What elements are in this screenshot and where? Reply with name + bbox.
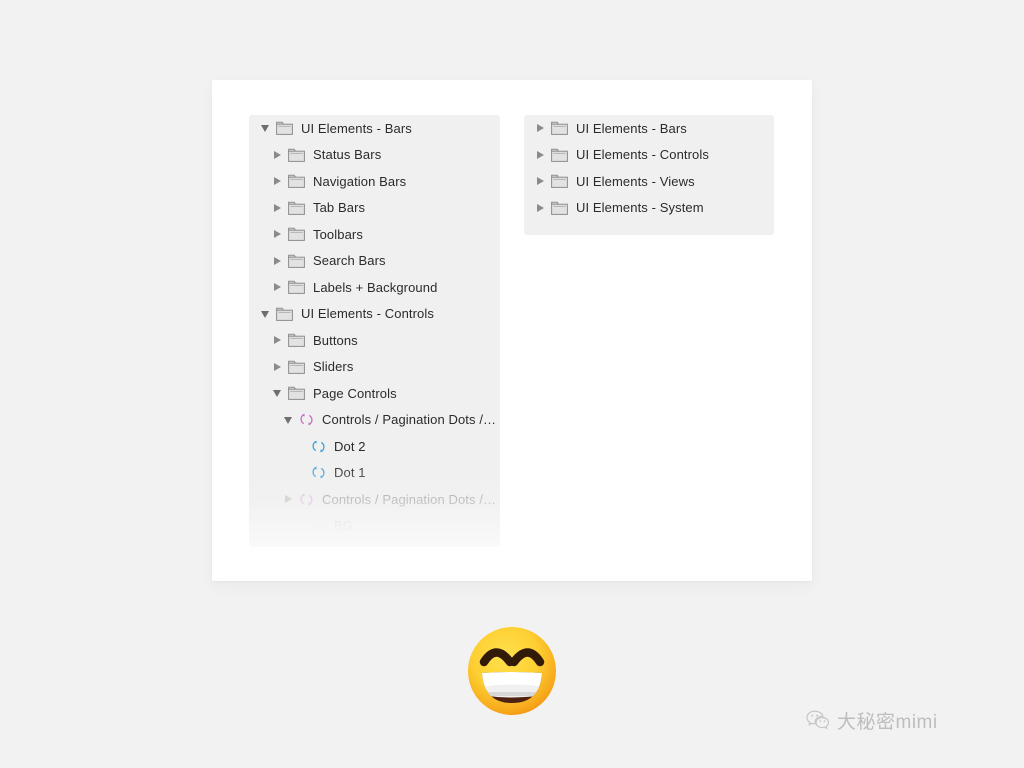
chevron-down-icon[interactable] xyxy=(261,309,271,319)
symbols-list-row-label: UI Elements - Controls xyxy=(576,147,709,163)
chevron-right-icon[interactable] xyxy=(284,494,294,504)
line-icon xyxy=(311,519,326,533)
layer-list-row[interactable]: Toolbars xyxy=(249,221,500,248)
layer-list-row-label: Buttons xyxy=(313,332,358,348)
layer-list-row-label: Dot 2 xyxy=(334,438,366,454)
content-card: UI Elements - Bars Status Bars Navigation … xyxy=(212,80,812,581)
watermark: 大秘密mimi xyxy=(806,707,938,733)
layer-list-row[interactable]: Dot 2 xyxy=(249,433,500,460)
folder-icon xyxy=(288,333,305,348)
chevron-down-icon[interactable] xyxy=(284,415,294,425)
layer-list-row[interactable]: Controls / Pagination Dots /… xyxy=(249,407,500,434)
layer-list-row-label: BG xyxy=(334,518,353,534)
layer-list-rows: UI Elements - Bars Status Bars Navigation … xyxy=(249,115,500,539)
layer-list-row-label: Dot 1 xyxy=(334,465,366,481)
layer-list-row[interactable]: UI Elements - Bars xyxy=(249,115,500,142)
layer-list-row-label: Controls / Pagination Dots /… xyxy=(322,412,497,428)
folder-icon xyxy=(276,121,293,136)
chevron-right-icon[interactable] xyxy=(273,282,283,292)
chevron-right-icon[interactable] xyxy=(536,176,546,186)
symbols-list-row-label: UI Elements - Views xyxy=(576,173,695,189)
symbol-icon xyxy=(311,439,326,454)
chevron-right-icon[interactable] xyxy=(536,203,546,213)
layer-list-row[interactable]: Sliders xyxy=(249,354,500,381)
layer-list-row[interactable]: Dot 1 xyxy=(249,460,500,487)
symbol-icon xyxy=(299,492,314,507)
layer-list-row[interactable]: Buttons xyxy=(249,327,500,354)
folder-icon xyxy=(288,174,305,189)
folder-icon xyxy=(288,360,305,374)
folder-icon xyxy=(288,148,305,162)
symbol-icon xyxy=(311,465,326,480)
layer-list-row-label: Search Bars xyxy=(313,253,386,269)
chevron-right-icon[interactable] xyxy=(273,229,283,239)
layer-list-row-label: Tab Bars xyxy=(313,200,366,216)
symbols-list-row-label: UI Elements - System xyxy=(576,200,704,216)
layer-list-row[interactable]: Navigation Bars xyxy=(249,168,500,195)
layer-list-row[interactable]: Controls / Pagination Dots /… xyxy=(249,486,500,513)
layer-list-row[interactable]: UI Elements - Controls xyxy=(249,301,500,328)
layer-list-row-label: Status Bars xyxy=(313,147,382,163)
layer-list-row-label: Navigation Bars xyxy=(313,173,407,189)
layer-list-row[interactable]: Tab Bars xyxy=(249,195,500,222)
chevron-down-icon[interactable] xyxy=(261,123,271,133)
layer-list-panel[interactable]: UI Elements - Bars Status Bars Navigation … xyxy=(249,115,500,547)
layer-list-row-label: UI Elements - Bars xyxy=(301,120,412,136)
symbol-icon xyxy=(299,412,314,427)
chevron-right-icon[interactable] xyxy=(536,150,546,160)
folder-icon xyxy=(276,307,293,321)
layer-list-row[interactable]: Page Controls xyxy=(249,380,500,407)
layer-list-row[interactable]: Status Bars xyxy=(249,142,500,169)
folder-icon xyxy=(551,121,568,136)
layer-list-row-label: Toolbars xyxy=(313,226,363,242)
layer-list-row-label: Controls / Pagination Dots /… xyxy=(322,491,497,507)
grinning-face-with-smiling-eyes-emoji xyxy=(466,625,558,717)
symbols-list-row[interactable]: UI Elements - Views xyxy=(524,168,774,195)
chevron-down-icon[interactable] xyxy=(273,388,283,398)
chevron-right-icon[interactable] xyxy=(273,362,283,372)
layer-list-row[interactable]: Search Bars xyxy=(249,248,500,275)
symbols-list-row[interactable]: UI Elements - Controls xyxy=(524,142,774,169)
chevron-right-icon[interactable] xyxy=(273,335,283,345)
symbols-list-row[interactable]: UI Elements - Bars xyxy=(524,115,774,142)
chevron-right-icon[interactable] xyxy=(273,150,283,160)
wechat-icon xyxy=(806,710,830,731)
layer-list-row-label: Page Controls xyxy=(313,385,397,401)
folder-icon xyxy=(288,386,305,401)
chevron-right-icon[interactable] xyxy=(273,256,283,266)
symbols-list-rows: UI Elements - Bars UI Elements - Controls… xyxy=(524,115,774,221)
folder-icon xyxy=(288,227,305,242)
chevron-right-icon[interactable] xyxy=(273,176,283,186)
folder-icon xyxy=(288,254,305,268)
symbols-list-row-label: UI Elements - Bars xyxy=(576,120,687,136)
chevron-right-icon[interactable] xyxy=(536,123,546,133)
folder-icon xyxy=(288,280,305,295)
folder-icon xyxy=(551,201,568,215)
layer-list-row-label: Labels + Background xyxy=(313,279,438,295)
symbols-list-panel[interactable]: UI Elements - Bars UI Elements - Controls… xyxy=(524,115,774,235)
chevron-right-icon[interactable] xyxy=(273,203,283,213)
folder-icon xyxy=(551,174,568,189)
layer-list-row[interactable]: BG xyxy=(249,513,500,540)
folder-icon xyxy=(288,201,305,215)
folder-icon xyxy=(551,148,568,162)
layer-list-row-label: Sliders xyxy=(313,359,354,375)
watermark-text: 大秘密mimi xyxy=(837,711,938,733)
symbols-list-row[interactable]: UI Elements - System xyxy=(524,195,774,222)
layer-list-row-label: UI Elements - Controls xyxy=(301,306,434,322)
layer-list-row[interactable]: Labels + Background xyxy=(249,274,500,301)
